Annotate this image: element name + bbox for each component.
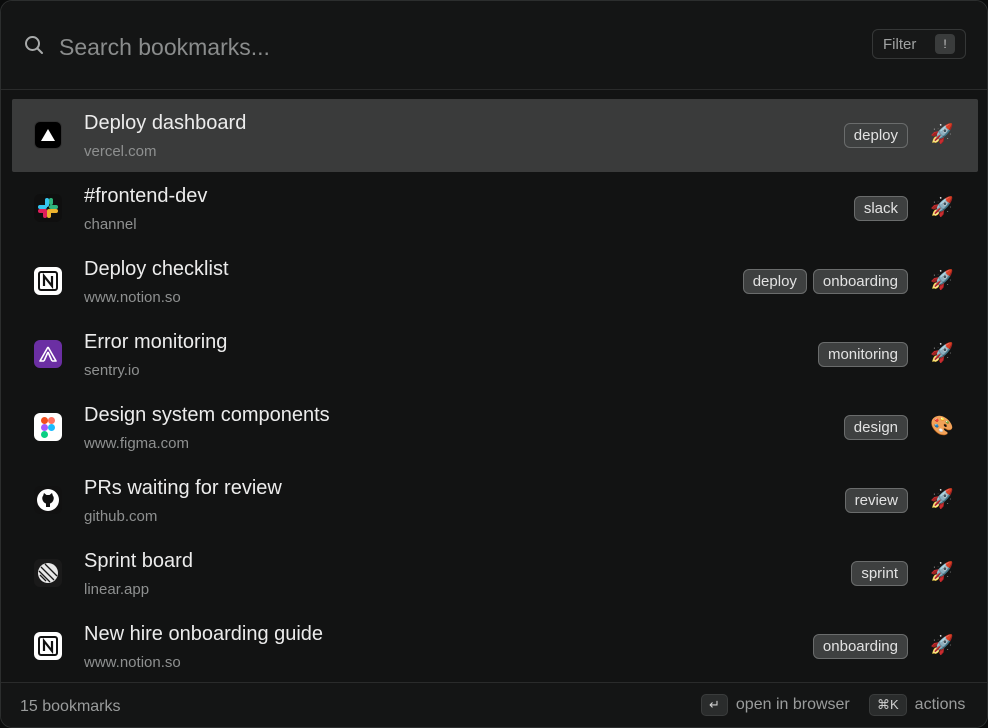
bookmark-row[interactable]: PRs waiting for review github.com review 🚀 <box>12 464 978 537</box>
tag-list: onboarding <box>812 634 908 659</box>
tag-list: slack <box>853 196 908 221</box>
rocket-icon: 🚀 <box>930 124 954 145</box>
bookmark-row[interactable]: Error monitoring sentry.io monitoring 🚀 <box>12 318 978 391</box>
search-icon <box>25 36 43 54</box>
open-in-browser-hint[interactable]: ↵ open in browser <box>701 694 850 716</box>
enter-key: ↵ <box>701 694 728 716</box>
bookmark-row[interactable]: Deploy checklist www.notion.so deploy onboa… <box>12 245 978 318</box>
palette-icon: 🎨 <box>930 416 954 437</box>
bookmark-title: New hire onboarding guide <box>84 623 324 645</box>
search-input[interactable] <box>59 29 759 65</box>
rocket-icon: 🚀 <box>930 270 954 291</box>
tag-list: monitoring <box>817 342 908 367</box>
bookmark-title: Deploy checklist <box>84 258 229 280</box>
tag-badge[interactable]: design <box>843 415 908 440</box>
bookmark-row[interactable]: Sprint board linear.app sprint 🚀 <box>12 537 978 610</box>
tag-list: sprint <box>851 561 908 586</box>
rocket-icon: 🚀 <box>930 343 954 364</box>
actions-hint[interactable]: ⌘K actions <box>869 694 965 716</box>
bookmark-row[interactable]: Design system components www.figma.com des… <box>12 391 978 464</box>
tag-list: design <box>843 415 908 440</box>
notion-icon <box>34 267 62 295</box>
open-in-browser-label: open in browser <box>735 696 850 713</box>
bookmark-row[interactable]: #frontend-dev channel slack 🚀 <box>12 172 978 245</box>
bookmark-title: PRs waiting for review <box>84 477 282 499</box>
rocket-icon: 🚀 <box>930 635 954 656</box>
bookmark-url: www.figma.com <box>84 435 190 452</box>
rocket-icon: 🚀 <box>930 489 954 510</box>
bookmark-list: Deploy dashboard vercel.com deploy 🚀 #fronte… <box>12 99 978 683</box>
tag-badge[interactable]: onboarding <box>812 269 908 294</box>
tag-badge[interactable]: slack <box>853 196 908 221</box>
slack-icon <box>34 194 62 222</box>
bookmark-url: www.notion.so <box>84 654 181 671</box>
bookmark-title: #frontend-dev <box>84 185 208 207</box>
tag-badge[interactable]: onboarding <box>812 634 908 659</box>
tag-badge[interactable]: review <box>844 488 908 513</box>
tag-list: deploy onboarding <box>742 269 908 294</box>
notion-icon <box>34 632 62 660</box>
footer: 15 bookmarks ↵ open in browser ⌘K action… <box>1 682 987 727</box>
rocket-icon: 🚀 <box>930 562 954 583</box>
bookmark-url: sentry.io <box>84 362 140 379</box>
command-k-key: ⌘K <box>869 694 907 716</box>
bookmark-title: Sprint board <box>84 550 193 572</box>
tag-badge[interactable]: monitoring <box>817 342 908 367</box>
tag-badge[interactable]: sprint <box>851 561 908 586</box>
bookmark-count: 15 bookmarks <box>20 698 121 715</box>
tag-list: review <box>844 488 908 513</box>
actions-label: actions <box>914 696 966 713</box>
bookmark-url: linear.app <box>84 581 150 598</box>
bookmark-url: channel <box>84 216 137 233</box>
sentry-icon <box>34 340 62 368</box>
bookmarks-window: Filter ! Deploy dashboard vercel.com deplo… <box>0 0 988 728</box>
bookmark-title: Error monitoring <box>84 331 228 353</box>
vercel-icon <box>34 121 62 149</box>
filter-button[interactable]: Filter ! <box>872 29 966 59</box>
linear-icon <box>34 559 62 587</box>
filter-shortcut: ! <box>935 34 955 54</box>
bookmark-url: github.com <box>84 508 158 525</box>
tag-badge[interactable]: deploy <box>843 123 908 148</box>
rocket-icon: 🚀 <box>930 197 954 218</box>
github-icon <box>34 486 62 514</box>
bookmark-url: www.notion.so <box>84 289 181 306</box>
bookmark-url: vercel.com <box>84 143 157 160</box>
bookmark-row[interactable]: New hire onboarding guide www.notion.so on… <box>12 610 978 683</box>
tag-badge[interactable]: deploy <box>742 269 807 294</box>
bookmark-title: Deploy dashboard <box>84 112 247 134</box>
search-bar: Filter ! <box>1 1 987 90</box>
figma-icon <box>34 413 62 441</box>
tag-list: deploy <box>843 123 908 148</box>
bookmark-title: Design system components <box>84 404 330 426</box>
filter-label: Filter <box>883 35 917 53</box>
bookmark-row[interactable]: Deploy dashboard vercel.com deploy 🚀 <box>12 99 978 172</box>
